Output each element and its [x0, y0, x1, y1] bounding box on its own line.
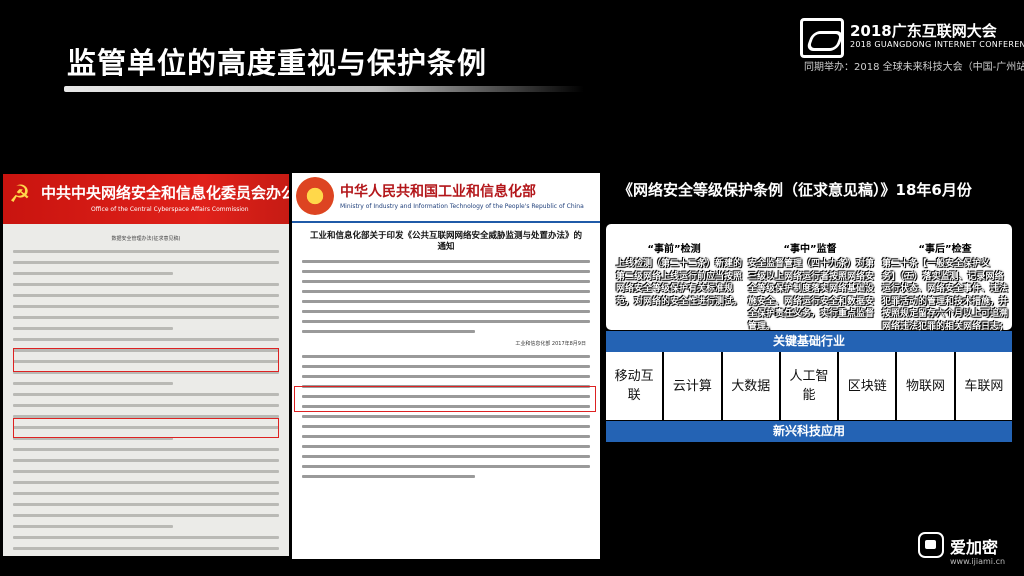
band-emerging-tech: 新兴科技应用 [606, 421, 1012, 442]
tile-iot: 物联网 [897, 352, 954, 420]
party-emblem-icon: ☭ [9, 180, 31, 208]
stage-text: 第二十条【一般安全保护义务】（五）落实监测、记录网络运行状态、网络安全事件、违法… [882, 259, 1009, 332]
cac-document-body: 数据安全管理办法(征求意见稿) [3, 224, 289, 556]
conference-name: 2018广东互联网大会 [850, 22, 997, 40]
stage-head: “事前”检测 [647, 244, 701, 255]
stage-head: “事后”检查 [918, 244, 972, 255]
miit-header: 中华人民共和国工业和信息化部 Ministry of Industry and … [292, 173, 600, 223]
cac-org-name-en: Office of the Central Cyberspace Affairs… [91, 206, 249, 213]
tile-mobile-internet: 移动互联 [606, 352, 663, 420]
brand-url: www.ijiami.cn [950, 557, 1006, 566]
tile-connected-vehicles: 车联网 [955, 352, 1012, 420]
highlight-box [13, 418, 279, 438]
miit-org-name-en: Ministry of Industry and Information Tec… [340, 203, 584, 210]
cac-document-screenshot: ☭ 中共中央网络安全和信息化委员会办公室 Office of the Centr… [3, 174, 289, 556]
title-underline [64, 86, 584, 92]
conference-organizer: 同期举办：2018 全球未来科技大会（中国-广州站） [804, 62, 1024, 73]
stage-during: “事中”监督 [742, 224, 878, 255]
brand-name: 爱加密 [950, 538, 999, 557]
band-key-industries: 关键基础行业 [606, 331, 1012, 352]
conference-name-en: 2018 GUANGDONG INTERNET CONFERENCE [850, 40, 1024, 49]
national-emblem-icon [296, 177, 334, 215]
miit-document-screenshot: 中华人民共和国工业和信息化部 Ministry of Industry and … [292, 173, 600, 559]
miit-signature: 工业和信息化部 2017年8月9日 [515, 340, 586, 347]
miit-org-name: 中华人民共和国工业和信息化部 [340, 184, 536, 200]
ijiami-logo-icon [918, 532, 944, 558]
conference-branding: 2018广东互联网大会 2018 GUANGDONG INTERNET CONF… [800, 16, 1024, 76]
cac-document-subtitle: 数据安全管理办法(征求意见稿) [111, 236, 181, 242]
conference-logo-icon [800, 18, 844, 58]
highlight-box [13, 348, 279, 372]
regulation-title: 《网络安全等级保护条例（征求意见稿）》18年6月份 [618, 181, 972, 199]
stages-panel: “事前”检测 “事中”监督 “事后”检查 上线检测（第二十二条）新建的第二级网络… [606, 224, 1012, 332]
technology-tiles: 移动互联 云计算 大数据 人工智能 区块链 物联网 车联网 [606, 352, 1012, 420]
stage-head: “事中”监督 [783, 244, 837, 255]
cac-org-name: 中共中央网络安全和信息化委员会办公室 [41, 184, 289, 202]
stage-after: “事后”检查 [878, 224, 1012, 255]
page-title: 监管单位的高度重视与保护条例 [67, 46, 488, 80]
highlight-box [294, 386, 596, 412]
cac-header: ☭ 中共中央网络安全和信息化委员会办公室 Office of the Centr… [3, 174, 289, 224]
stage-before: “事前”检测 [606, 224, 742, 255]
tile-cloud-computing: 云计算 [664, 352, 721, 420]
tile-artificial-intelligence: 人工智能 [780, 352, 838, 420]
ijiami-brand: 爱加密 www.ijiami.cn [918, 532, 1018, 572]
miit-notice-title: 工业和信息化部关于印发《公共互联网网络安全威胁监测与处置办法》的通知 [309, 231, 582, 253]
stage-text: 安全监督管理（四十九条）对第三级以上网络运行者按照网络安全等级保护制度落实网络基… [748, 259, 875, 332]
tile-big-data: 大数据 [722, 352, 779, 420]
tile-blockchain: 区块链 [839, 352, 896, 420]
stage-text: 上线检测（第二十二条）新建的第二级网络上线运行前应当按照网络安全等级保护有关标准… [616, 259, 743, 307]
